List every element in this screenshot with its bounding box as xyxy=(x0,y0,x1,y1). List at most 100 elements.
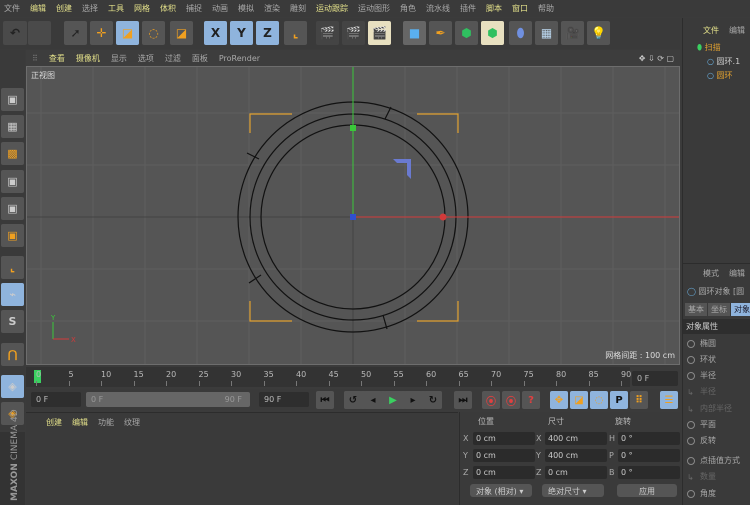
animate-radio-icon[interactable] xyxy=(687,339,695,348)
material-menu-texture[interactable]: 纹理 xyxy=(124,417,140,428)
coord-size-field[interactable]: 0 cm xyxy=(545,466,607,479)
coord-pos-field[interactable]: 0 cm xyxy=(473,432,535,445)
object-sweep[interactable]: ⬮ 扫描 xyxy=(697,42,721,53)
viewport-menu-panel[interactable]: 面板 xyxy=(192,53,208,64)
viewport-menu-display[interactable]: 显示 xyxy=(111,53,127,64)
menu-item[interactable]: 编辑 xyxy=(30,3,46,14)
viewport-menu-prorender[interactable]: ProRender xyxy=(219,54,260,63)
animate-radio-icon[interactable]: ↳ xyxy=(687,405,695,414)
animate-radio-icon[interactable] xyxy=(687,456,695,465)
render-picture-viewer-button[interactable]: 🎬 xyxy=(342,21,365,45)
coord-size-field[interactable]: 400 cm xyxy=(545,449,607,462)
menu-item[interactable]: 雕刻 xyxy=(290,3,306,14)
coord-pos-field[interactable]: 0 cm xyxy=(473,466,535,479)
timeline-ruler[interactable]: 0 5 10 15 20 25 30 35 40 45 50 55 60 65 70 75 80 85 90 xyxy=(26,367,631,387)
object-circle-1[interactable]: ○ 圆环.1 xyxy=(707,56,740,67)
apply-button[interactable]: 应用 xyxy=(617,484,677,497)
menu-item[interactable]: 选择 xyxy=(82,3,98,14)
animate-radio-icon[interactable]: ↳ xyxy=(687,388,695,397)
attr-property[interactable]: ↳ 数量 xyxy=(687,471,716,482)
autokey-button[interactable]: ⦿ xyxy=(502,391,520,409)
x-axis-lock-button[interactable]: X xyxy=(204,21,227,45)
key-position-button[interactable]: ✥ xyxy=(550,391,568,409)
keyframe-selection-button[interactable]: ? xyxy=(522,391,540,409)
play-button[interactable]: ▶ xyxy=(384,391,402,409)
tweak-button[interactable]: ⌁ xyxy=(1,283,24,306)
attr-property[interactable]: 椭圆 xyxy=(687,338,716,349)
viewport[interactable]: Y X 正视图 网格间距 : 100 cm xyxy=(26,66,680,365)
menu-item[interactable]: 渲染 xyxy=(264,3,280,14)
menu-item[interactable]: 角色 xyxy=(400,3,416,14)
select-tool-button[interactable]: ➚ xyxy=(64,21,87,45)
animate-radio-icon[interactable] xyxy=(687,436,695,445)
viewport-menu-options[interactable]: 选项 xyxy=(138,53,154,64)
coord-size-field[interactable]: 400 cm xyxy=(545,432,607,445)
attr-property[interactable]: 环状 xyxy=(687,354,716,365)
texture-mode-button[interactable]: ▩ xyxy=(1,142,24,165)
start-frame-field[interactable]: 0 F xyxy=(31,392,81,407)
coord-rot-field[interactable]: 0 ° xyxy=(618,432,680,445)
coordinate-system-button[interactable]: ⌞ xyxy=(284,21,307,45)
frame-range-slider[interactable]: 0 F 90 F xyxy=(86,392,250,407)
menu-item[interactable]: 帮助 xyxy=(538,3,554,14)
animate-radio-icon[interactable] xyxy=(687,420,695,429)
key-scale-button[interactable]: ◪ xyxy=(570,391,588,409)
y-axis-lock-button[interactable]: Y xyxy=(230,21,253,45)
attr-property[interactable]: ↳ 半径 xyxy=(687,386,716,397)
coord-pos-field[interactable]: 0 cm xyxy=(473,449,535,462)
objects-tab-file[interactable]: 文件 xyxy=(703,25,719,36)
snap-button[interactable]: S xyxy=(1,310,24,333)
subdivision-button[interactable]: ⬢ xyxy=(455,21,478,45)
points-mode-button[interactable]: ▣ xyxy=(1,170,24,193)
current-frame-field[interactable]: 0 F xyxy=(632,371,678,386)
end-frame-field[interactable]: 90 F xyxy=(259,392,309,407)
z-axis-lock-button[interactable]: Z xyxy=(256,21,279,45)
animate-radio-icon[interactable] xyxy=(687,489,695,498)
go-to-end-button[interactable]: ⏭ xyxy=(454,391,472,409)
attr-property[interactable]: 半径 xyxy=(687,370,716,381)
menu-item[interactable]: 文件 xyxy=(4,3,20,14)
next-key-button[interactable]: ↻ xyxy=(424,391,442,409)
array-button[interactable]: ⬢ xyxy=(481,21,504,45)
viewport-menu-camera[interactable]: 摄像机 xyxy=(76,53,100,64)
move-tool-button[interactable]: ✛ xyxy=(90,21,113,45)
attr-property[interactable]: ↳ 内部半径 xyxy=(687,403,732,414)
menu-item[interactable]: 捕捉 xyxy=(186,3,202,14)
recent-tool-button[interactable]: ◪ xyxy=(170,21,193,45)
material-menu-edit[interactable]: 编辑 xyxy=(72,417,88,428)
viewport-menu-filter[interactable]: 过滤 xyxy=(165,53,181,64)
menu-item[interactable]: 运动跟踪 xyxy=(316,3,348,14)
timeline-button[interactable]: ☰ xyxy=(660,391,678,409)
menu-item[interactable]: 创建 xyxy=(56,3,72,14)
polygons-mode-button[interactable]: ▣ xyxy=(1,224,24,247)
camera-button[interactable]: 🎥 xyxy=(561,21,584,45)
render-settings-button[interactable]: 🎬 xyxy=(368,21,391,45)
viewport-nav-icons[interactable]: ✥ ⇩ ⟳ ▢ xyxy=(639,54,674,63)
cube-button[interactable]: ■ xyxy=(403,21,426,45)
rotate-tool-button[interactable]: ◌ xyxy=(142,21,165,45)
object-circle[interactable]: ○ 圆环 xyxy=(707,70,733,81)
menu-item[interactable]: 窗口 xyxy=(512,3,528,14)
scale-tool-button[interactable]: ◪ xyxy=(116,21,139,45)
menu-item[interactable]: 工具 xyxy=(108,3,124,14)
undo-button[interactable]: ↶ xyxy=(3,21,27,45)
workplane-lock-button[interactable]: ◈ xyxy=(1,375,24,398)
attr-property[interactable]: 平面 xyxy=(687,419,716,430)
menu-item[interactable]: 脚本 xyxy=(486,3,502,14)
render-view-button[interactable]: 🎬 xyxy=(316,21,339,45)
attr-subtab-object[interactable]: 对象 xyxy=(731,303,750,316)
previous-frame-button[interactable]: ◂ xyxy=(364,391,382,409)
animate-radio-icon[interactable] xyxy=(687,371,695,380)
coord-rot-field[interactable]: 0 ° xyxy=(618,466,680,479)
attr-property[interactable]: 反转 xyxy=(687,435,716,446)
magnet-button[interactable]: ⋂ xyxy=(1,343,24,366)
material-menu-function[interactable]: 功能 xyxy=(98,417,114,428)
axis-mode-button[interactable]: ⌞ xyxy=(1,256,24,279)
menu-item[interactable]: 运动图形 xyxy=(358,3,390,14)
viewport-menu-view[interactable]: 查看 xyxy=(49,53,65,64)
attr-subtab-basic[interactable]: 基本 xyxy=(685,303,707,316)
menu-item[interactable]: 体积 xyxy=(160,3,176,14)
menu-item[interactable]: 流水线 xyxy=(426,3,450,14)
size-mode-dropdown[interactable]: 绝对尺寸 ▾ xyxy=(542,484,604,497)
coord-rot-field[interactable]: 0 ° xyxy=(618,449,680,462)
